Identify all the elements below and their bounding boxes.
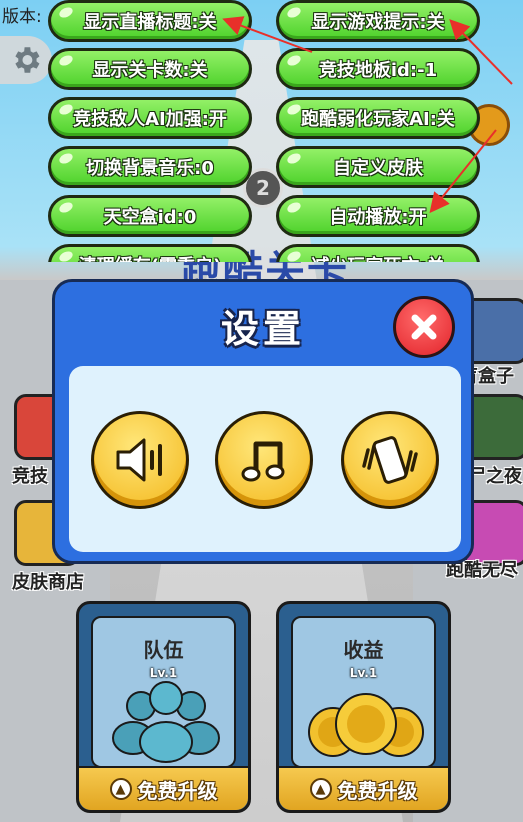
- team-icon: [112, 681, 220, 763]
- settings-dialog: 设置: [52, 279, 474, 564]
- custom-skin-button[interactable]: 自定义皮肤: [276, 146, 480, 188]
- team-upgrade-label: 免费升级: [137, 778, 218, 803]
- team-card-level: Lv.1: [149, 666, 178, 680]
- toggle-autoplay-button[interactable]: 自动播放:开: [276, 195, 480, 237]
- toggle-level-count-button[interactable]: 显示关卡数:关: [48, 48, 252, 90]
- team-card-title: 队伍: [143, 638, 184, 662]
- team-upgrade-card[interactable]: 队伍 Lv.1 ▲ 免费升级: [76, 601, 251, 813]
- toggle-parkour-ai-nerf-button[interactable]: 跑酷弱化玩家AI:关: [276, 97, 480, 139]
- income-card-panel: 收益 Lv.1: [291, 616, 436, 768]
- skybox-id-button[interactable]: 天空盒id:0: [48, 195, 252, 237]
- arena-mode-label: 竞技: [12, 466, 48, 487]
- team-card-panel: 队伍 Lv.1: [91, 616, 236, 768]
- switch-bgm-button[interactable]: 切换背景音乐:0: [48, 146, 252, 188]
- upgrade-arrow-icon: ▲: [109, 778, 132, 800]
- vibration-toggle-button[interactable]: [341, 411, 439, 509]
- coins-icon: [308, 693, 424, 757]
- debug-menu: 显示直播标题:关 显示游戏提示:关 显示关卡数:关 竞技地板id:-1 竞技敌人…: [0, 0, 523, 262]
- close-button[interactable]: [393, 296, 455, 358]
- toggle-game-tips-button[interactable]: 显示游戏提示:关: [276, 0, 480, 42]
- close-icon: [411, 314, 437, 340]
- team-upgrade-button[interactable]: ▲ 免费升级: [79, 766, 248, 810]
- income-card-title: 收益: [343, 638, 384, 662]
- income-upgrade-card[interactable]: 收益 Lv.1 ▲ 免费升级: [276, 601, 451, 813]
- arena-floor-id-button[interactable]: 竞技地板id:-1: [276, 48, 480, 90]
- toggle-live-title-button[interactable]: 显示直播标题:关: [48, 0, 252, 42]
- reduce-player-death-button[interactable]: 减少玩家死亡:关: [276, 244, 480, 262]
- toggle-arena-ai-boost-button[interactable]: 竞技敌人AI加强:开: [48, 97, 252, 139]
- sound-icon: [116, 438, 162, 482]
- clear-cache-button[interactable]: 清理缓存(需重启): [48, 244, 252, 262]
- income-upgrade-button[interactable]: ▲ 免费升级: [279, 766, 448, 810]
- upgrade-arrow-icon: ▲: [309, 778, 332, 800]
- income-card-level: Lv.1: [349, 666, 378, 680]
- music-icon: [241, 441, 285, 482]
- vibration-icon: [362, 436, 418, 484]
- sound-toggle-button[interactable]: [91, 411, 189, 509]
- income-upgrade-label: 免费升级: [337, 778, 418, 803]
- music-toggle-button[interactable]: [215, 411, 313, 509]
- skin-shop-label: 皮肤商店: [12, 572, 84, 593]
